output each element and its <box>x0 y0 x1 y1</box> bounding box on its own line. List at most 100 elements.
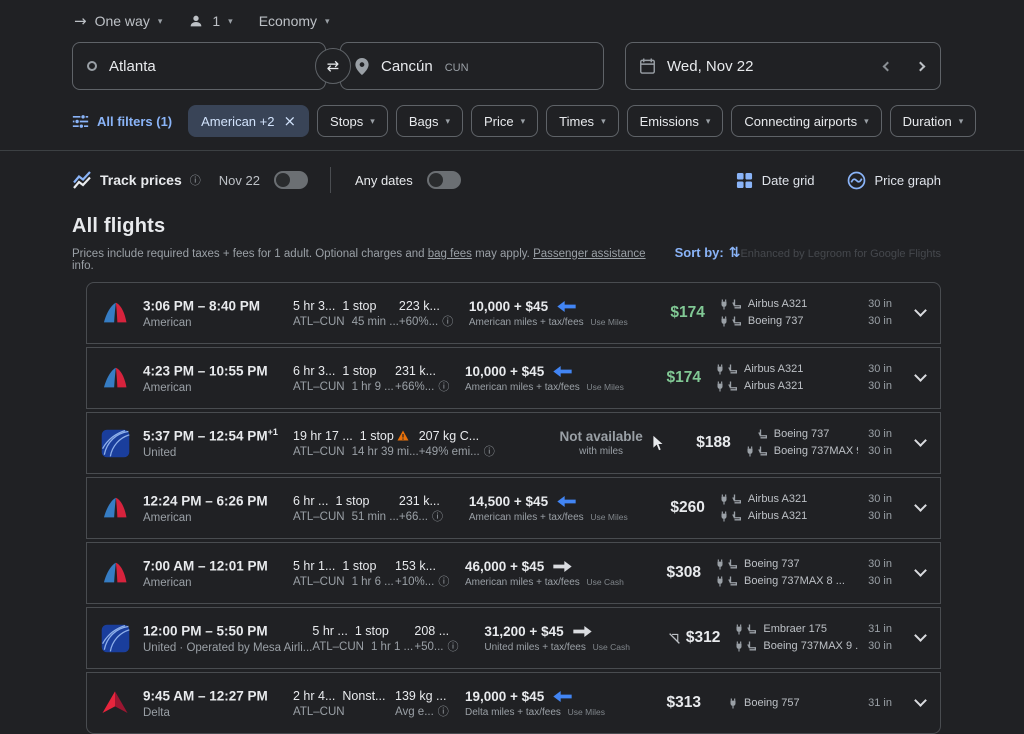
close-icon[interactable]: × <box>283 114 296 129</box>
power-icon <box>745 446 755 457</box>
chevron-down-icon: ▾ <box>370 118 375 127</box>
filter-chip-duration[interactable]: Duration▾ <box>890 105 977 137</box>
any-dates-toggle[interactable] <box>427 171 461 189</box>
power-icon <box>715 364 725 375</box>
emissions-value: 139 kg ... <box>395 689 465 703</box>
flight-row[interactable]: 4:23 PM – 10:55 PM American 6 hr 3... 1 … <box>86 347 941 409</box>
aircraft-info: Boeing 757 31 in <box>713 695 900 712</box>
next-date-button[interactable] <box>916 61 926 71</box>
disclaimer-text: Prices include required taxes + fees for… <box>72 248 425 260</box>
award-column: 10,000 + $45 American miles + tax/fees U… <box>465 364 635 393</box>
power-icon <box>734 641 744 652</box>
price: $174 <box>667 369 701 387</box>
flight-row[interactable]: 7:00 AM – 12:01 PM American 5 hr 1... 1 … <box>86 542 941 604</box>
aircraft-name: Boeing 737 <box>774 426 858 443</box>
times-column: 12:00 PM – 5:50 PM United · Operated by … <box>143 622 312 654</box>
flight-row[interactable]: 3:06 PM – 8:40 PM American 5 hr 3... 1 s… <box>86 282 941 344</box>
passengers-select[interactable]: 1 ▾ <box>178 8 242 34</box>
flight-row[interactable]: 9:45 AM – 12:27 PM Delta 2 hr 4... Nonst… <box>86 672 941 734</box>
expand-flight-button[interactable] <box>900 608 940 668</box>
chevron-down-icon <box>914 499 927 512</box>
any-dates-label: Any dates <box>355 173 413 188</box>
expand-flight-button[interactable] <box>900 283 940 343</box>
not-available-notice: Not available with miles <box>495 429 665 457</box>
filter-chip-emissions[interactable]: Emissions▾ <box>627 105 724 137</box>
airline-logo <box>87 296 143 330</box>
aircraft-name: Boeing 737MAX 8 ... <box>744 573 858 590</box>
route-value: ATL–CUN <box>293 576 345 588</box>
track-prices-label: Track prices <box>100 172 182 188</box>
filter-chip-bags[interactable]: Bags▾ <box>396 105 463 137</box>
seat-icon <box>747 641 757 652</box>
expand-flight-button[interactable] <box>900 348 940 408</box>
american-airlines-logo <box>98 361 132 395</box>
destination-input[interactable]: Cancún CUN <box>340 42 604 90</box>
aircraft-info: Airbus A321 30 in <box>717 508 900 525</box>
carrier-name: American <box>143 317 293 329</box>
expand-flight-button[interactable] <box>900 478 940 538</box>
award-column: 10,000 + $45 American miles + tax/fees U… <box>469 299 639 328</box>
legroom-value: 30 in <box>864 313 900 330</box>
results-header: All flights Prices include required taxe… <box>72 215 941 272</box>
duration-column: 6 hr 3... 1 stop ATL–CUN 1 hr 9 ... <box>293 364 395 393</box>
price-graph-button[interactable]: Price graph <box>847 171 941 190</box>
award-note: American miles + tax/fees <box>465 577 580 588</box>
previous-date-button[interactable] <box>883 61 893 71</box>
power-icon <box>715 559 725 570</box>
award-arrow-icon <box>557 301 576 312</box>
route-value: ATL–CUN <box>293 511 345 523</box>
date-grid-button[interactable]: Date grid <box>736 172 815 189</box>
amenity-icons <box>713 698 738 709</box>
airline-logo <box>87 428 143 459</box>
chevron-down-icon: ▾ <box>158 18 163 27</box>
aircraft-column: Boeing 757 31 in <box>713 695 900 712</box>
filter-chip-connecting-airports[interactable]: Connecting airports▾ <box>731 105 881 137</box>
price-column: $313 <box>635 694 701 712</box>
expand-flight-button[interactable] <box>900 673 940 733</box>
flight-row[interactable]: 5:37 PM – 12:54 PM+1 United 19 hr 17 ...… <box>86 412 941 474</box>
origin-input[interactable]: Atlanta <box>72 42 326 90</box>
carrier-name: American <box>143 512 293 524</box>
track-date-label: Nov 22 <box>219 173 260 188</box>
award-price: 31,200 + $45 United miles + tax/fees Use… <box>484 624 654 653</box>
flight-row[interactable]: 12:24 PM – 6:26 PM American 6 hr ... 1 s… <box>86 477 941 539</box>
filter-chip-times[interactable]: Times▾ <box>546 105 618 137</box>
duration-value: 5 hr 1... <box>293 559 335 573</box>
emissions-value: 231 k... <box>399 494 469 508</box>
date-navigation <box>884 63 926 70</box>
sort-by-button[interactable]: Sort by: ⇅ <box>675 245 741 260</box>
na-subtitle: with miles <box>559 446 642 457</box>
united-airlines-logo <box>100 428 131 459</box>
cabin-class-select[interactable]: Economy ▾ <box>249 8 340 34</box>
expand-flight-button[interactable] <box>900 543 940 603</box>
duration-column: 5 hr 3... 1 stop ATL–CUN 45 min ... <box>293 299 399 328</box>
times-column: 9:45 AM – 12:27 PM Delta <box>143 687 293 719</box>
aircraft-info: Boeing 737MAX 8 ... 30 in <box>713 573 900 590</box>
airline-filter-chip[interactable]: American +2 × <box>188 105 309 137</box>
emissions-value: 208 ... <box>414 624 484 638</box>
date-input[interactable]: Wed, Nov 22 <box>625 42 941 90</box>
filter-chip-stops[interactable]: Stops▾ <box>317 105 388 137</box>
expand-flight-button[interactable] <box>900 413 940 473</box>
legroom-value: 30 in <box>864 638 900 655</box>
price: $313 <box>667 694 701 712</box>
filter-chip-price[interactable]: Price▾ <box>471 105 538 137</box>
legroom-value: 30 in <box>864 573 900 590</box>
route-value: ATL–CUN <box>293 381 345 393</box>
swap-button[interactable]: ⇄ <box>315 48 351 84</box>
track-prices-toggle[interactable] <box>274 171 308 189</box>
united-airlines-logo <box>100 623 131 654</box>
passenger-assistance-link[interactable]: Passenger assistance <box>533 248 646 260</box>
trip-type-select[interactable]: → One way ▾ <box>64 8 172 34</box>
duration-column: 5 hr 1... 1 stop ATL–CUN 1 hr 6 ... <box>293 559 395 588</box>
aircraft-column: Airbus A321 30 in Airbus A321 30 in <box>713 361 900 395</box>
google-flights-results-page: → One way ▾ 1 ▾ Economy ▾ Atlanta ⇄ Canc <box>0 0 1024 734</box>
all-filters-button[interactable]: All filters (1) <box>68 113 180 130</box>
seat-icon <box>732 494 742 505</box>
bag-fees-link[interactable]: bag fees <box>428 248 472 260</box>
flight-row[interactable]: 12:00 PM – 5:50 PM United · Operated by … <box>86 607 941 669</box>
results-subheader: Prices include required taxes + fees for… <box>72 245 941 272</box>
sort-by-label: Sort by: <box>675 245 724 260</box>
duration-value: 19 hr 17 ... <box>293 429 353 443</box>
trip-type-value: One way <box>95 13 150 29</box>
